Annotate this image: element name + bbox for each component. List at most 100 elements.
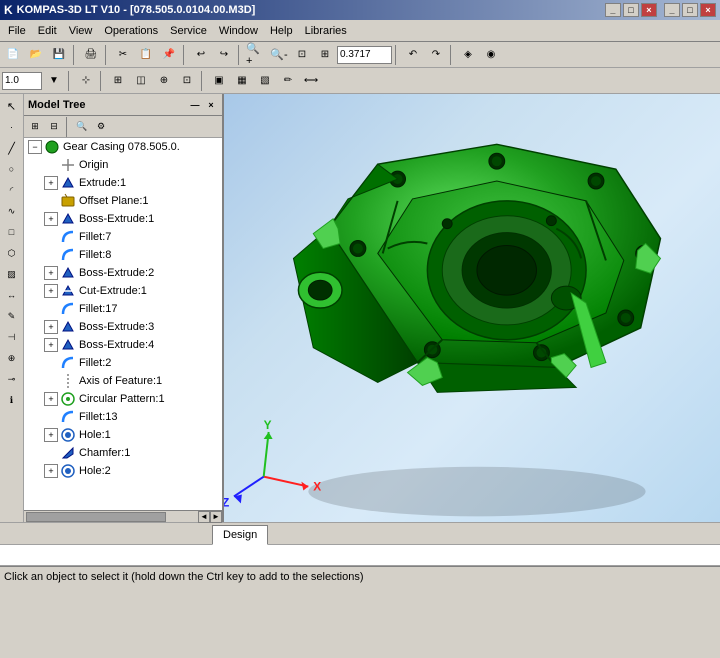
tree-item[interactable]: +Cut-Extrude:1	[24, 282, 222, 300]
design-tab[interactable]: Design	[212, 525, 268, 545]
tree-hscrollbar[interactable]: ◄ ►	[24, 510, 222, 522]
tree-scroll-right[interactable]: ►	[210, 511, 222, 523]
view3d-button[interactable]: ◈	[457, 44, 479, 66]
close-button[interactable]: ×	[700, 3, 716, 17]
command-input[interactable]	[4, 549, 716, 561]
tree-hide-button[interactable]: —	[188, 98, 202, 112]
lt-snap[interactable]: ⊕	[2, 348, 22, 368]
menu-view[interactable]: View	[63, 23, 99, 39]
tree-item[interactable]: +Hole:2	[24, 462, 222, 480]
menu-libraries[interactable]: Libraries	[299, 23, 353, 39]
redo-button[interactable]: ↪	[213, 44, 235, 66]
open-button[interactable]: 📂	[25, 44, 47, 66]
tree-expander[interactable]: +	[44, 320, 58, 334]
sketch-button[interactable]: ✏	[277, 70, 299, 92]
dims-button[interactable]: ⊡	[176, 70, 198, 92]
tree-tb-2[interactable]: ⊟	[45, 118, 63, 136]
paste-button[interactable]: 📌	[158, 44, 180, 66]
menu-edit[interactable]: Edit	[32, 23, 63, 39]
tree-item[interactable]: Fillet:2	[24, 354, 222, 372]
menu-operations[interactable]: Operations	[98, 23, 164, 39]
minimize-button[interactable]: _	[664, 3, 680, 17]
dim-button[interactable]: ⟷	[300, 70, 322, 92]
lt-note[interactable]: ✎	[2, 306, 22, 326]
zoom-out-button[interactable]: 🔍-	[268, 44, 290, 66]
rotate-left-button[interactable]: ↶	[402, 44, 424, 66]
ortho-button[interactable]: ⊕	[153, 70, 175, 92]
tree-expander[interactable]: +	[44, 212, 58, 226]
doc-maximize-button[interactable]: □	[623, 3, 639, 17]
snap-button[interactable]: ⊹	[75, 70, 97, 92]
scale-input[interactable]	[2, 72, 42, 90]
lt-hatch[interactable]: ▨	[2, 264, 22, 284]
tree-tb-4[interactable]: ⚙	[92, 118, 110, 136]
tree-scroll-left[interactable]: ◄	[198, 511, 210, 523]
save-button[interactable]: 💾	[48, 44, 70, 66]
lt-property[interactable]: ℹ	[2, 390, 22, 410]
tree-expander[interactable]: +	[44, 284, 58, 298]
print-button[interactable]: 🖨	[80, 44, 102, 66]
tree-tb-1[interactable]: ⊞	[26, 118, 44, 136]
zoom-fit-button[interactable]: ⊡	[291, 44, 313, 66]
tree-item[interactable]: +Circular Pattern:1	[24, 390, 222, 408]
tree-hscroll-thumb[interactable]	[26, 512, 166, 522]
copy-button[interactable]: 📋	[135, 44, 157, 66]
tree-expander[interactable]: +	[44, 464, 58, 478]
snap2-button[interactable]: ◫	[130, 70, 152, 92]
new-button[interactable]: 📄	[2, 44, 24, 66]
zoom-in-button[interactable]: 🔍+	[245, 44, 267, 66]
tree-item[interactable]: Axis of Feature:1	[24, 372, 222, 390]
tree-close-button[interactable]: ×	[204, 98, 218, 112]
lt-line[interactable]: ╱	[2, 138, 22, 158]
lt-dim[interactable]: ↔	[2, 285, 22, 305]
lt-constraint[interactable]: ⊣	[2, 327, 22, 347]
tree-tb-3[interactable]: 🔍	[73, 118, 91, 136]
tree-root-item[interactable]: − Gear Casing 078.505.0.	[24, 138, 222, 156]
doc-close-button[interactable]: ×	[641, 3, 657, 17]
tree-item[interactable]: Origin	[24, 156, 222, 174]
tree-item[interactable]: +Boss-Extrude:3	[24, 318, 222, 336]
lt-circle[interactable]: ○	[2, 159, 22, 179]
grid-button[interactable]: ⊞	[107, 70, 129, 92]
3d-op2-button[interactable]: ▦	[231, 70, 253, 92]
tree-item[interactable]: Fillet:13	[24, 408, 222, 426]
undo-button[interactable]: ↩	[190, 44, 212, 66]
zoom-value-input[interactable]	[337, 46, 392, 64]
menu-service[interactable]: Service	[164, 23, 213, 39]
lt-select[interactable]: ↖	[2, 96, 22, 116]
tree-item[interactable]: Fillet:7	[24, 228, 222, 246]
tree-item[interactable]: +Boss-Extrude:1	[24, 210, 222, 228]
menu-window[interactable]: Window	[213, 23, 264, 39]
lt-rect[interactable]: □	[2, 222, 22, 242]
model-tree-content[interactable]: − Gear Casing 078.505.0. Origin+Extrude:…	[24, 138, 222, 510]
scale-list-button[interactable]: ▼	[43, 70, 65, 92]
tree-expander[interactable]: +	[44, 338, 58, 352]
lt-spline[interactable]: ∿	[2, 201, 22, 221]
tree-expander[interactable]: +	[44, 176, 58, 190]
menu-help[interactable]: Help	[264, 23, 299, 39]
cut-button[interactable]: ✂	[112, 44, 134, 66]
tree-item[interactable]: +Boss-Extrude:2	[24, 264, 222, 282]
restore-button[interactable]: □	[682, 3, 698, 17]
tree-item[interactable]: Fillet:17	[24, 300, 222, 318]
lt-measure[interactable]: ⊸	[2, 369, 22, 389]
viewport[interactable]: X Y Z	[224, 94, 720, 522]
tree-item[interactable]: +Extrude:1	[24, 174, 222, 192]
render-button[interactable]: ◉	[480, 44, 502, 66]
tree-expander[interactable]: +	[44, 392, 58, 406]
tree-item[interactable]: Offset Plane:1	[24, 192, 222, 210]
zoom-select-button[interactable]: ⊞	[314, 44, 336, 66]
tree-item[interactable]: Chamfer:1	[24, 444, 222, 462]
lt-polygon[interactable]: ⬡	[2, 243, 22, 263]
tree-expander[interactable]: +	[44, 266, 58, 280]
doc-minimize-button[interactable]: _	[605, 3, 621, 17]
tree-expander[interactable]: +	[44, 428, 58, 442]
plane-button[interactable]: ▧	[254, 70, 276, 92]
3d-op-button[interactable]: ▣	[208, 70, 230, 92]
menu-file[interactable]: File	[2, 23, 32, 39]
tree-item[interactable]: Fillet:8	[24, 246, 222, 264]
tree-item[interactable]: +Hole:1	[24, 426, 222, 444]
rotate-right-button[interactable]: ↷	[425, 44, 447, 66]
tree-root-expander[interactable]: −	[28, 140, 42, 154]
tree-item[interactable]: +Boss-Extrude:4	[24, 336, 222, 354]
